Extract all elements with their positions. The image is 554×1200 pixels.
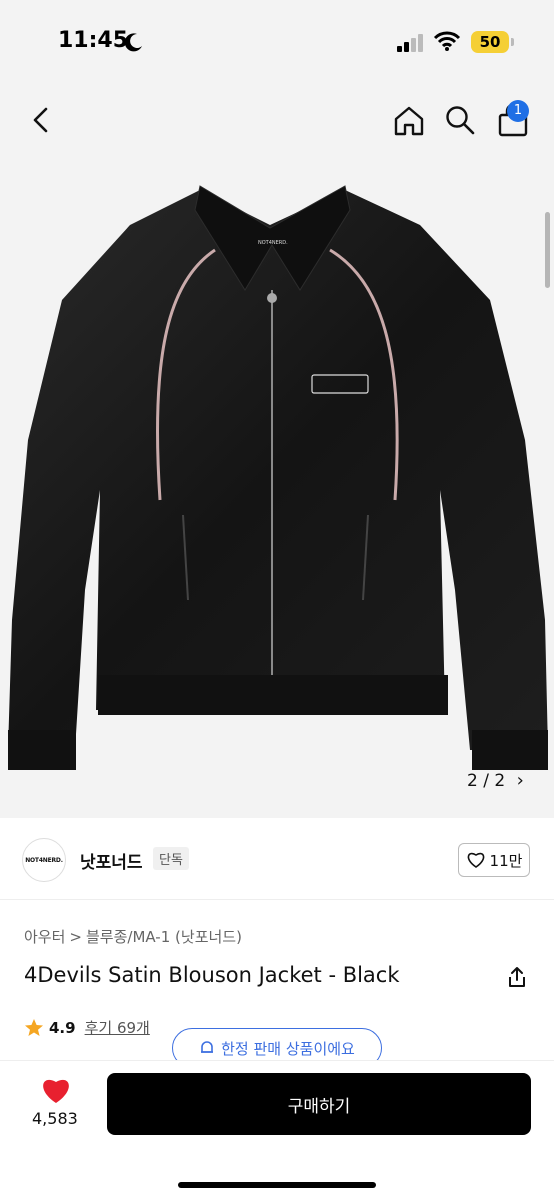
gallery-pager[interactable]: 2 / 2 › (467, 770, 524, 791)
pager-count: 2 / 2 (467, 771, 506, 791)
product-image: NOT4NERD. (8, 185, 548, 770)
shop-like-count: 11만 (489, 851, 523, 870)
buy-button[interactable]: 구매하기 (107, 1073, 531, 1135)
bell-icon (201, 1041, 214, 1053)
product-image-gallery[interactable]: NOT4NERD. (0, 90, 554, 818)
cart-badge: 1 (507, 100, 529, 122)
jacket-label: NOT4NERD. (258, 240, 288, 246)
back-icon[interactable] (26, 104, 58, 136)
pager-arrow: › (516, 770, 524, 791)
scrollbar[interactable] (545, 212, 550, 288)
wifi-icon (433, 31, 461, 51)
status-bar: 11:45 50 (0, 0, 554, 90)
shop-logo[interactable]: NOT4NERD. (22, 838, 66, 882)
breadcrumb-category[interactable]: 아우터 (24, 926, 65, 947)
status-time: 11:45 (58, 28, 129, 53)
reviews-link[interactable]: 후기 69개 (85, 1017, 150, 1038)
battery-tip (511, 38, 514, 46)
search-icon[interactable] (444, 104, 476, 136)
rating-score: 4.9 (49, 1018, 76, 1037)
signal-icon (397, 34, 423, 52)
shop-name[interactable]: 낫포너드 (80, 848, 143, 873)
divider (0, 899, 554, 900)
limited-sale-text: 한정 판매 상품이에요 (221, 1039, 355, 1058)
breadcrumb-separator: > (69, 927, 82, 946)
moon-icon (124, 33, 142, 52)
breadcrumb-subcategory[interactable]: 블루종/MA-1 (낫포너드) (86, 926, 242, 947)
breadcrumb: 아우터 > 블루종/MA-1 (낫포너드) (24, 926, 242, 947)
like-count: 4,583 (32, 1109, 78, 1128)
battery-level: 50 (471, 31, 509, 53)
home-icon[interactable] (392, 104, 426, 138)
home-indicator (178, 1182, 376, 1188)
heart-outline-icon (467, 852, 484, 868)
exclusive-tag: 단독 (153, 847, 189, 870)
rating: 4.9 후기 69개 (24, 1017, 150, 1038)
star-icon (25, 1018, 43, 1036)
shop-like-button[interactable]: 11만 (458, 843, 530, 877)
product-title: 4Devils Satin Blouson Jacket - Black (24, 963, 400, 987)
heart-icon[interactable] (40, 1076, 72, 1104)
share-icon[interactable] (505, 965, 529, 989)
